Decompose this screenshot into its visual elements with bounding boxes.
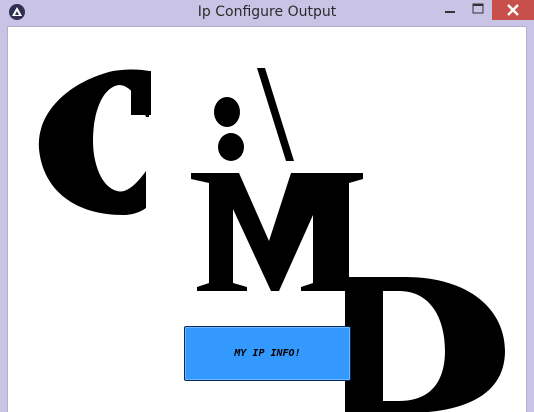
logo-colon-bottom	[218, 133, 244, 161]
maximize-icon	[472, 3, 484, 14]
maximize-button[interactable]	[464, 0, 492, 20]
close-button[interactable]	[492, 0, 534, 20]
logo-colon-top	[214, 97, 240, 127]
minimize-icon	[445, 11, 455, 13]
my-ip-info-button[interactable]: MY IP INFO!	[184, 326, 351, 381]
minimize-button[interactable]	[436, 0, 464, 20]
client-area: MY IP INFO!	[7, 26, 527, 412]
logo-letter-m	[191, 173, 363, 291]
close-icon	[507, 4, 519, 16]
title-bar[interactable]: Ip Configure Output	[0, 0, 534, 26]
logo-letter-d	[345, 277, 505, 412]
logo-backslash	[257, 68, 294, 161]
window: Ip Configure Output MY IP INFO!	[0, 0, 534, 412]
